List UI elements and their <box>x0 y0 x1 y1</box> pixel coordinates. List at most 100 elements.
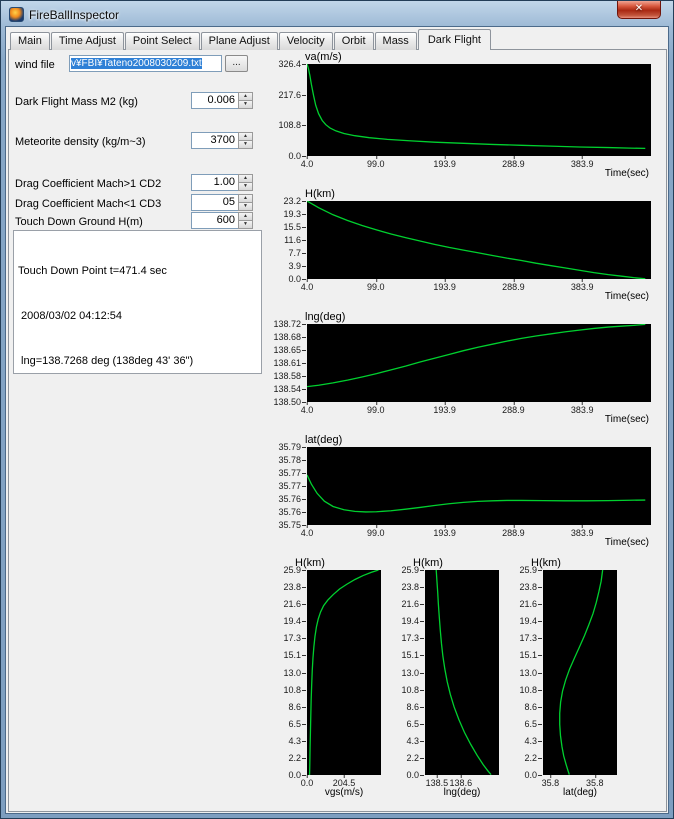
y-tick-label: 25.9 <box>401 565 424 575</box>
x-tick-label: 288.9 <box>502 402 525 415</box>
app-icon[interactable] <box>9 7 24 22</box>
chart-y-axis: 0.0 3.9 7.7 11.6 15.5 19.3 23.2 <box>267 196 307 284</box>
x-tick-label: 4.0 <box>300 402 314 415</box>
cd2-label: Drag Coefficient Mach>1 CD2 <box>15 178 162 190</box>
mass-input[interactable]: 0.006 <box>191 92 238 109</box>
chart-x-axis: 35.8 35.8 <box>542 775 617 788</box>
wind-file-input[interactable]: v¥FBI¥Tateno2008030209.txt <box>69 55 222 72</box>
cd3-label: Drag Coefficient Mach<1 CD3 <box>15 198 162 210</box>
spin-up-button[interactable]: ▲ <box>238 212 253 221</box>
x-tick-label: 383.9 <box>570 156 594 169</box>
spin-up-button[interactable]: ▲ <box>238 174 253 183</box>
chart-y-axis: 35.75 35.76 35.76 35.77 35.77 35.78 35.79 <box>267 442 307 530</box>
y-tick-label: 0.0 <box>288 770 306 780</box>
y-tick-label: 21.6 <box>283 599 306 610</box>
tab-dark-flight[interactable]: Dark Flight <box>417 29 491 50</box>
spin-down-button[interactable]: ▼ <box>238 101 253 109</box>
tab-mass[interactable]: Mass <box>374 32 417 50</box>
y-tick-label: 25.9 <box>283 565 306 575</box>
chart-h-vs-lat: H(km) 0.0 2.2 4.3 6.5 8.6 10.8 13.0 15.1 17.3 19.4… <box>517 557 617 799</box>
result-line: Touch Down Point t=471.4 sec <box>18 265 167 277</box>
cd3-spinner: 05 ▲ ▼ <box>191 194 253 211</box>
x-tick-label: 193.9 <box>433 279 456 292</box>
chart-body: 0.0 2.2 4.3 6.5 8.6 10.8 13.0 15.1 17.3 19.4 21.6 2… <box>517 565 617 780</box>
x-tick-label: 288.9 <box>502 156 525 169</box>
spin-up-button[interactable]: ▲ <box>238 92 253 101</box>
chart-y-axis: 138.50 138.54 138.58 138.61 138.65 138.68 138.… <box>267 319 307 407</box>
x-tick-label: 99.0 <box>367 525 385 538</box>
x-tick-label: 99.0 <box>367 279 385 292</box>
tab-velocity[interactable]: Velocity <box>278 32 333 50</box>
y-tick-label: 10.8 <box>519 684 542 695</box>
y-tick-label: 8.6 <box>288 701 306 712</box>
spin-down-button[interactable]: ▼ <box>238 183 253 191</box>
tab-point-select[interactable]: Point Select <box>124 32 200 50</box>
tab-strip: Main Time Adjust Point Select Plane Adju… <box>8 29 667 50</box>
chart-body: 0.0 2.2 4.3 6.5 8.6 10.8 13.0 15.1 17.3 19.4 21.6 2… <box>281 565 381 780</box>
y-tick-label: 15.1 <box>401 650 424 661</box>
browse-button[interactable]: ... <box>225 55 248 72</box>
cd2-spinner: 1.00 ▲ ▼ <box>191 174 253 191</box>
mass-spinner: 0.006 ▲ ▼ <box>191 92 253 109</box>
chart-ylabel: H(km) <box>531 557 561 569</box>
y-tick-label: 4.3 <box>524 735 542 746</box>
y-tick-label: 0.0 <box>524 770 542 780</box>
y-tick-label: 6.5 <box>524 718 542 729</box>
tab-main[interactable]: Main <box>10 32 50 50</box>
spin-up-button[interactable]: ▲ <box>238 132 253 141</box>
y-tick-label: 138.72 <box>273 319 306 329</box>
y-tick-label: 17.3 <box>401 633 424 644</box>
x-tick-label: 138.5 <box>425 775 449 788</box>
tab-time-adjust[interactable]: Time Adjust <box>50 32 124 50</box>
chart-xlabel: lat(deg) <box>563 787 597 798</box>
density-label: Meteorite density (kg/m~3) <box>15 136 146 148</box>
y-tick-label: 11.6 <box>284 235 306 245</box>
chart-body: 0.0 3.9 7.7 11.6 15.5 19.3 23.2 <box>267 196 651 284</box>
chart-ylabel: H(km) <box>413 557 443 569</box>
y-tick-label: 25.9 <box>519 565 542 575</box>
close-button[interactable]: ✕ <box>617 1 661 19</box>
spin-down-button[interactable]: ▼ <box>238 221 253 229</box>
ground-h-spinner: 600 ▲ ▼ <box>191 212 253 229</box>
chart-xlabel: Time(sec) <box>604 291 649 302</box>
spin-down-button[interactable]: ▼ <box>238 203 253 211</box>
x-tick-label: 383.9 <box>570 279 594 292</box>
density-input[interactable]: 3700 <box>191 132 238 149</box>
tab-plane-adjust[interactable]: Plane Adjust <box>200 32 278 50</box>
chart-ylabel: H(km) <box>305 188 335 200</box>
touch-down-result-box[interactable]: Touch Down Point t=471.4 sec 2008/03/02 … <box>13 230 262 374</box>
cd3-input[interactable]: 05 <box>191 194 238 211</box>
y-tick-label: 138.61 <box>273 358 306 368</box>
y-tick-label: 8.6 <box>524 701 542 712</box>
spin-down-button[interactable]: ▼ <box>238 141 253 149</box>
y-tick-label: 0.0 <box>288 274 306 284</box>
y-tick-label: 15.1 <box>283 650 306 661</box>
x-tick-label: 35.8 <box>586 775 604 788</box>
x-tick-label: 99.0 <box>367 402 385 415</box>
result-line: lng=138.7268 deg (138deg 43' 36") <box>18 355 194 367</box>
cd2-input[interactable]: 1.00 <box>191 174 238 191</box>
chart-y-axis: 0.0 2.2 4.3 6.5 8.6 10.8 13.0 15.1 17.3 19.4 21.6 2… <box>281 565 307 780</box>
chart-x-axis: 4.0 99.0 193.9 288.9 383.9 <box>301 402 651 415</box>
tab-orbit[interactable]: Orbit <box>333 32 374 50</box>
ground-h-input[interactable]: 600 <box>191 212 238 229</box>
y-tick-label: 3.9 <box>288 261 306 271</box>
y-tick-label: 35.75 <box>278 520 306 530</box>
y-tick-label: 23.8 <box>519 582 542 593</box>
y-tick-label: 2.2 <box>406 752 424 763</box>
chart-y-axis: 0.0 108.8 217.6 326.4 <box>267 59 307 161</box>
app-window: FireBallInspector ✕ Main Time Adjust Poi… <box>0 0 674 819</box>
chart-body: 0.0 108.8 217.6 326.4 <box>267 59 651 161</box>
dark-flight-page: wind file v¥FBI¥Tateno2008030209.txt ...… <box>8 49 667 812</box>
y-tick-label: 21.6 <box>401 599 424 610</box>
spin-up-button[interactable]: ▲ <box>238 194 253 203</box>
profile-charts-row: H(km) 0.0 2.2 4.3 6.5 8.6 10.8 13.0 15.1 17.3 19.4… <box>281 557 651 799</box>
wind-file-label: wind file <box>15 59 55 71</box>
title-bar[interactable]: FireBallInspector ✕ <box>5 1 669 26</box>
chart-x-axis: 138.5 138.6 <box>425 775 499 788</box>
chart-x-axis: 4.0 99.0 193.9 288.9 383.9 <box>301 525 651 538</box>
y-tick-label: 0.0 <box>406 770 424 780</box>
chart-x-axis: 0.0 204.5 <box>301 775 381 788</box>
chart-body: 0.0 2.2 4.3 6.5 8.6 10.8 13.0 15.1 17.3 19.4 21.6 2… <box>399 565 499 780</box>
chart-xlabel: Time(sec) <box>604 168 649 179</box>
